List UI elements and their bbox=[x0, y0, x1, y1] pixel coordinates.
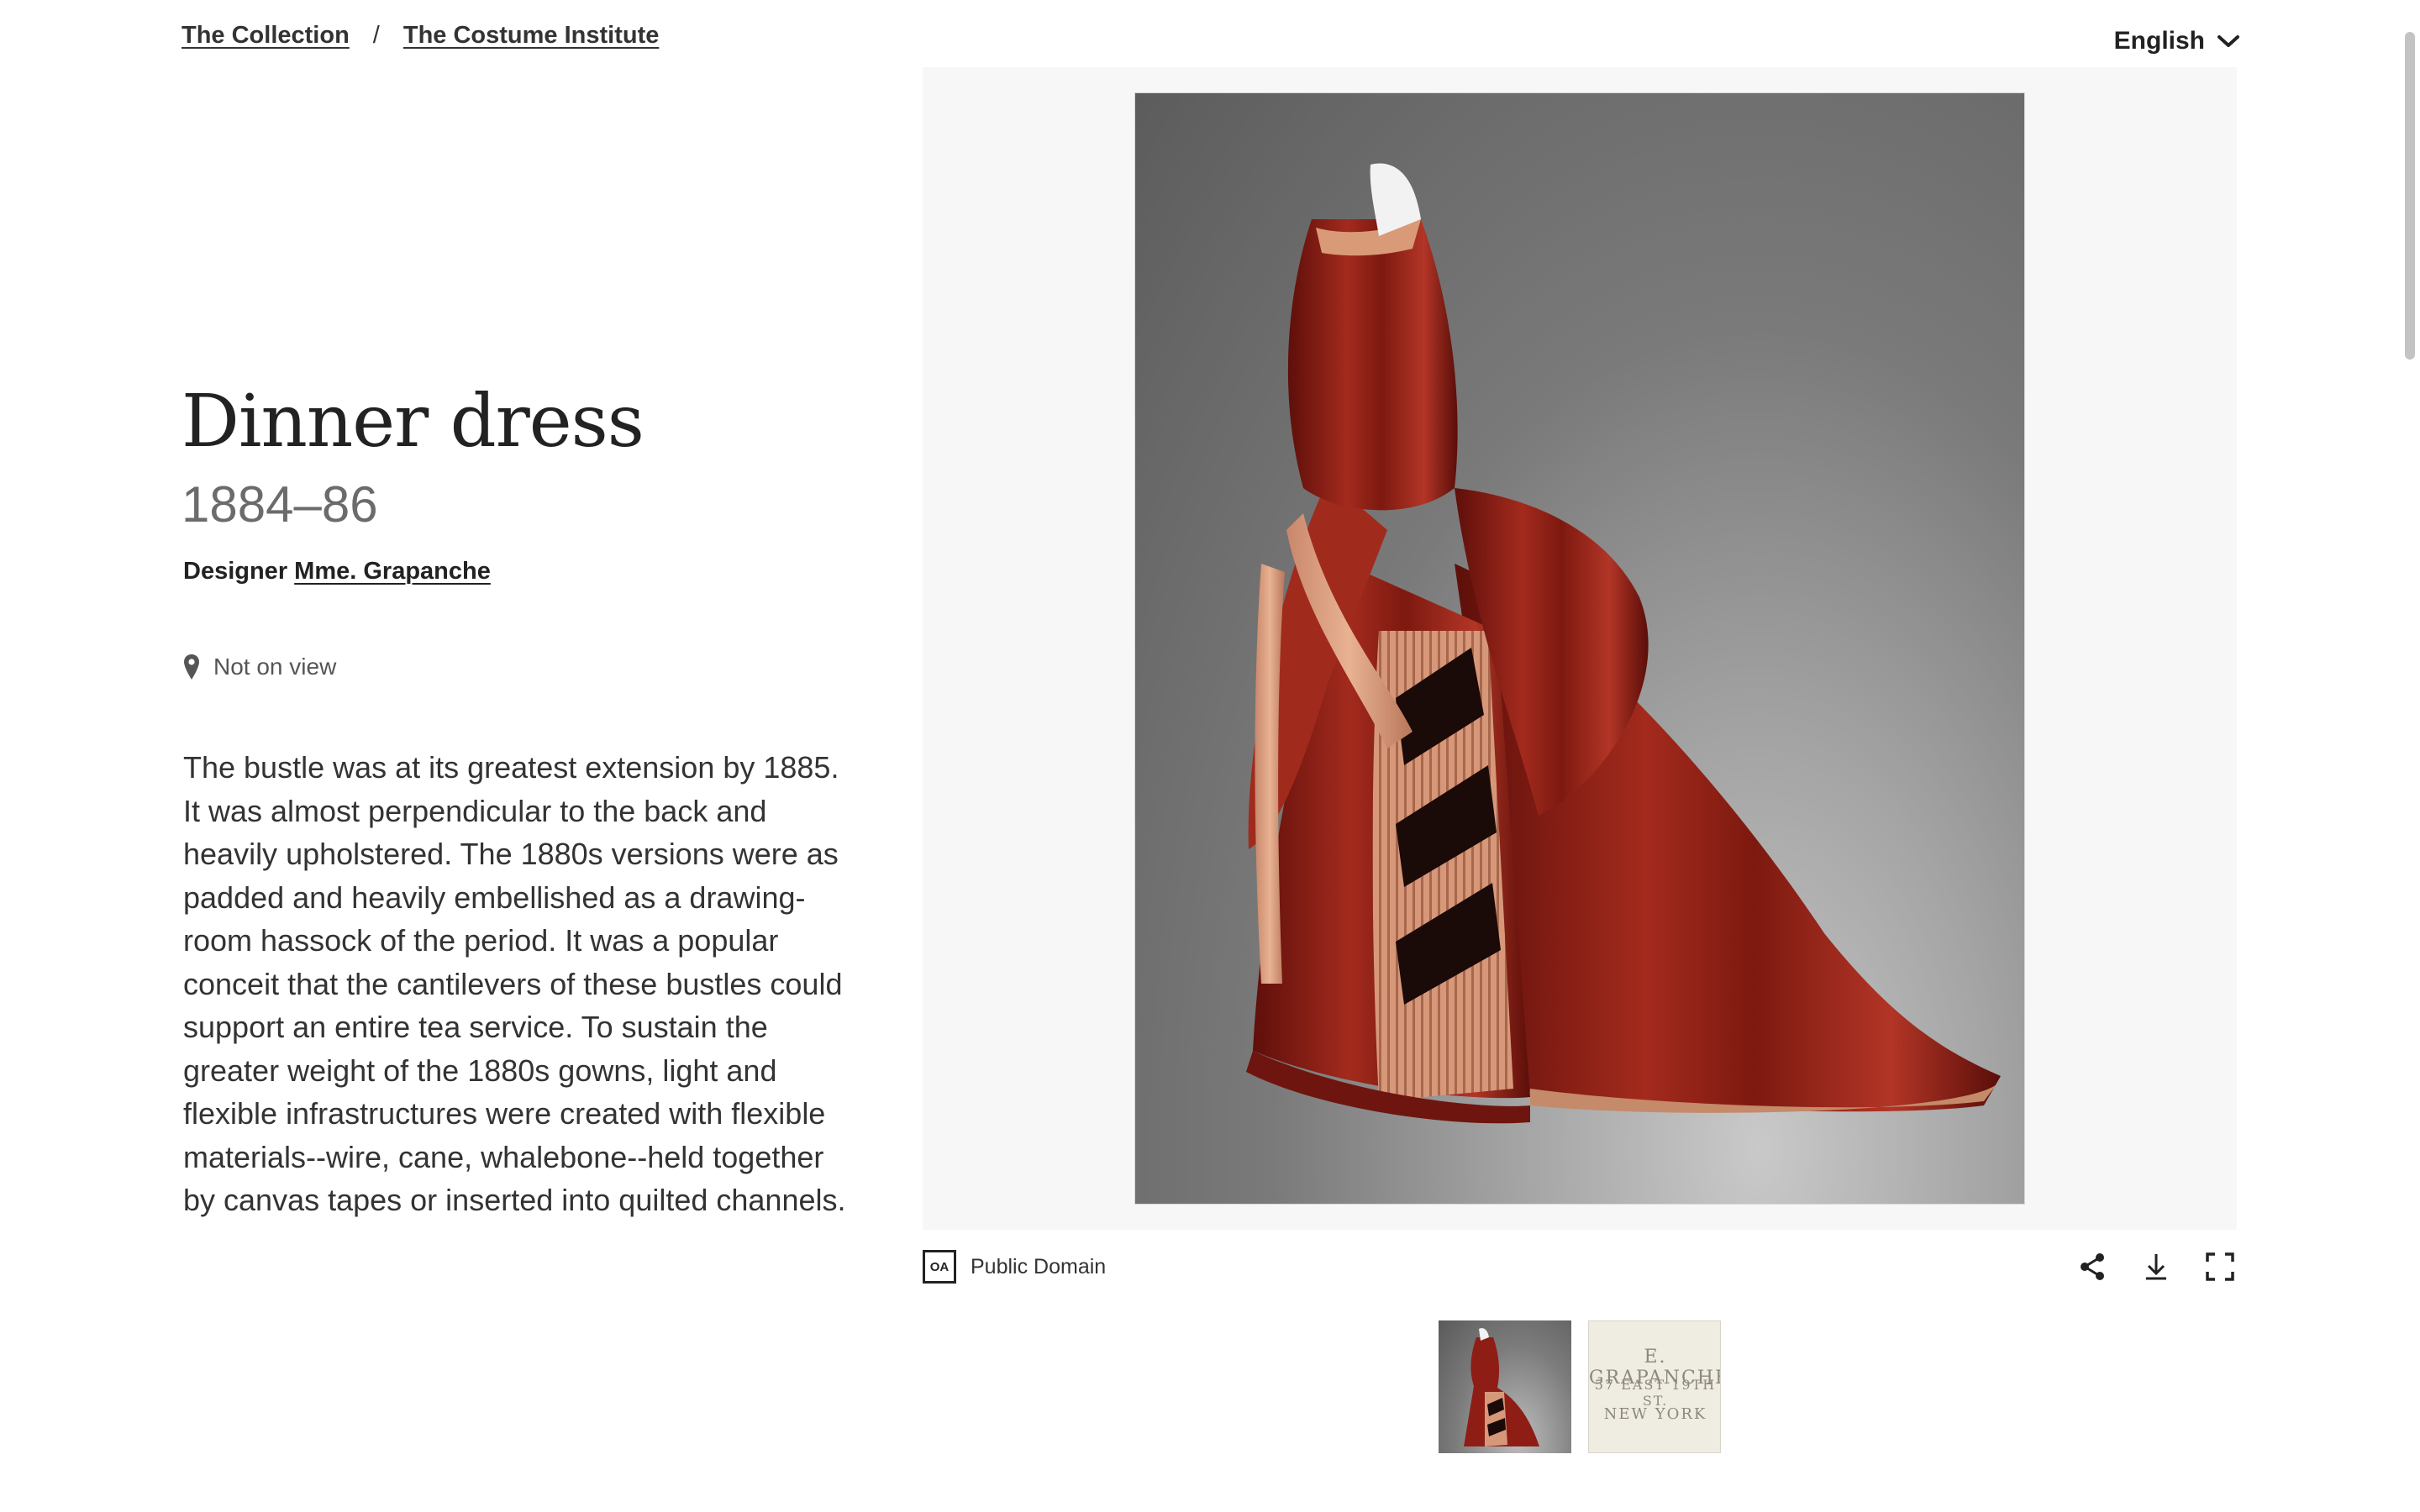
dress-thumbnail-illustration bbox=[1464, 1328, 1539, 1446]
open-access-icon: OA bbox=[923, 1250, 956, 1284]
page-scrollbar[interactable] bbox=[2398, 0, 2420, 1512]
license-label: Public Domain bbox=[971, 1254, 1107, 1278]
chevron-down-icon bbox=[2217, 35, 2239, 47]
dress-illustration bbox=[1246, 163, 2001, 1124]
license-info: OA Public Domain bbox=[923, 1250, 1106, 1284]
designer-link[interactable]: Mme. Grapanche bbox=[294, 558, 491, 585]
designer-line: Designer Mme. Grapanche bbox=[183, 558, 491, 585]
share-icon bbox=[2081, 1253, 2104, 1280]
share-button[interactable] bbox=[2075, 1250, 2109, 1284]
label-line-2: 57 EAST 19TH ST. bbox=[1594, 1377, 1717, 1409]
label-line-3: NEW YORK bbox=[1603, 1405, 1707, 1423]
designer-label: Designer bbox=[183, 558, 288, 585]
map-pin-icon bbox=[184, 654, 199, 680]
thumbnail-label[interactable]: E. GRAPANCHE 57 EAST 19TH ST. NEW YORK bbox=[1588, 1320, 1721, 1453]
main-object-image[interactable] bbox=[1134, 92, 2025, 1205]
language-label: English bbox=[2113, 27, 2205, 55]
breadcrumb-separator: / bbox=[372, 22, 380, 49]
scrollbar-thumb[interactable] bbox=[2405, 32, 2415, 360]
breadcrumb: The Collection / The Costume Institute bbox=[182, 22, 659, 50]
language-selector[interactable]: English bbox=[2114, 27, 2240, 55]
image-toolbar bbox=[2075, 1250, 2237, 1284]
breadcrumb-link-department[interactable]: The Costume Institute bbox=[403, 22, 660, 50]
thumbnail-dress[interactable] bbox=[1439, 1320, 1571, 1453]
download-button[interactable] bbox=[2139, 1250, 2173, 1284]
fullscreen-icon bbox=[2206, 1252, 2234, 1281]
object-description: The bustle was at its greatest extension… bbox=[183, 750, 846, 1217]
breadcrumb-link-collection[interactable]: The Collection bbox=[182, 22, 350, 50]
object-title: Dinner dress bbox=[182, 380, 644, 464]
object-date: 1884–86 bbox=[182, 476, 378, 533]
download-icon bbox=[2146, 1254, 2166, 1280]
fullscreen-button[interactable] bbox=[2203, 1250, 2237, 1284]
location-label: Not on view bbox=[213, 654, 337, 680]
location-status: Not on view bbox=[183, 654, 336, 680]
